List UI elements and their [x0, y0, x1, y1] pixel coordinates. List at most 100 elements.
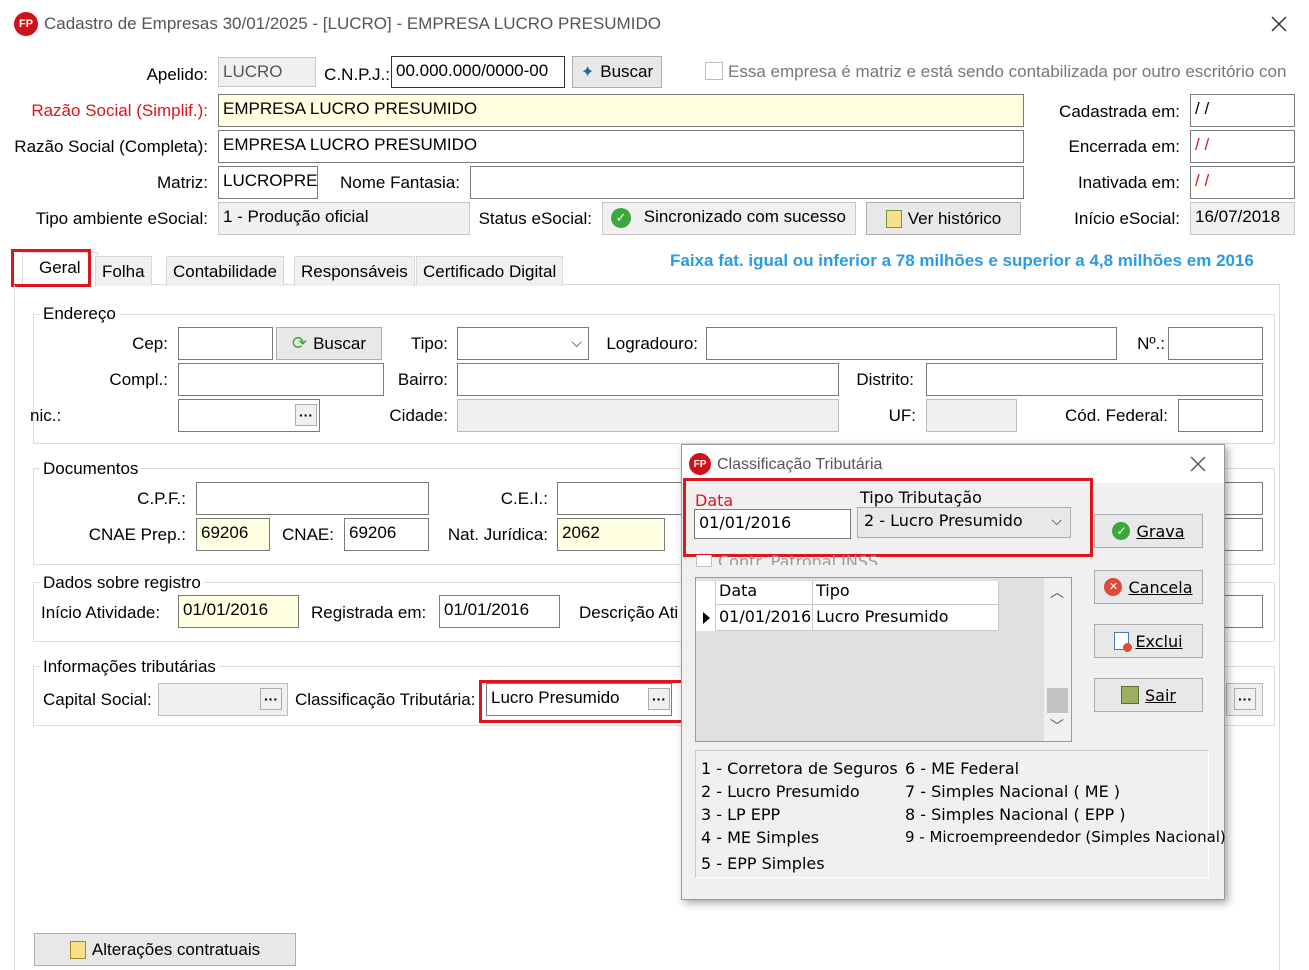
- tab-contabilidade[interactable]: Contabilidade: [166, 256, 284, 286]
- app-logo-icon: FP: [14, 12, 38, 36]
- inicio-atividade-field[interactable]: 01/01/2016: [178, 595, 299, 628]
- razao-compl-label: Razão Social (Completa):: [14, 137, 208, 156]
- faixa-faturamento-text: Faixa fat. igual ou inferior a 78 milhõe…: [670, 251, 1254, 270]
- exit-door-icon: [1121, 686, 1139, 704]
- matriz-field[interactable]: LUCROPRE: [218, 166, 318, 199]
- cep-buscar-button[interactable]: ⟳ Buscar: [276, 327, 382, 360]
- cnpj-buscar-button[interactable]: ✦ Buscar: [572, 56, 662, 88]
- legend-item-7: 7 - Simples Nacional ( ME ): [905, 782, 1121, 801]
- chevron-down-icon: ⌵: [571, 334, 582, 350]
- contr-patronal-label: Contr. Patronal INSS: [718, 552, 879, 565]
- inativada-field[interactable]: / /: [1190, 166, 1295, 199]
- tipo-select[interactable]: ⌵: [457, 327, 589, 360]
- scroll-down-icon[interactable]: ﹀: [1050, 716, 1064, 736]
- bairro-label: Bairro:: [397, 370, 448, 389]
- classificacao-grid[interactable]: Data Tipo 01/01/2016 Lucro Presumido ︿ ﹀: [695, 577, 1072, 742]
- municipio-lookup-button[interactable]: ···: [295, 404, 317, 426]
- tab-certificado[interactable]: Certificado Digital: [416, 256, 564, 286]
- scroll-thumb[interactable]: [1047, 688, 1068, 713]
- grid-row-tipo[interactable]: Lucro Presumido: [813, 605, 999, 631]
- grid-scrollbar[interactable]: ︿ ﹀: [1044, 578, 1071, 741]
- cod-federal-label: Cód. Federal:: [1065, 406, 1168, 425]
- nome-fantasia-label: Nome Fantasia:: [340, 173, 460, 192]
- contract-edit-icon: [69, 940, 86, 959]
- encerrada-label: Encerrada em:: [1068, 137, 1181, 156]
- cnae-field[interactable]: 69206: [344, 518, 429, 551]
- grid-row-data[interactable]: 01/01/2016: [716, 605, 813, 631]
- bairro-field[interactable]: [457, 363, 839, 396]
- tributarias-right-lookup-button[interactable]: ···: [1234, 688, 1256, 710]
- legend-item-1: 1 - Corretora de Seguros: [701, 759, 898, 778]
- grid-corner: [696, 581, 716, 605]
- cod-federal-field[interactable]: [1178, 399, 1263, 432]
- nome-fantasia-field[interactable]: [470, 166, 1024, 199]
- window-title: Cadastro de Empresas 30/01/2025 - [LUCRO…: [44, 14, 661, 33]
- tipo-ambiente-label: Tipo ambiente eSocial:: [35, 209, 208, 228]
- dialog-close-icon[interactable]: [1187, 453, 1209, 475]
- tab-responsaveis[interactable]: Responsáveis: [294, 256, 415, 286]
- cidade-field: [457, 399, 839, 432]
- compl-label: Compl.:: [109, 370, 168, 389]
- inicio-atividade-label: Início Atividade:: [41, 603, 161, 622]
- scroll-up-icon[interactable]: ︿: [1050, 582, 1064, 602]
- uf-field: [926, 399, 1017, 432]
- cnpj-field[interactable]: 00.000.000/0000-00: [391, 56, 565, 88]
- matriz-checkbox[interactable]: [705, 62, 723, 80]
- status-esocial-label: Status eSocial:: [478, 209, 592, 228]
- cancel-circle-icon: ✕: [1104, 578, 1123, 596]
- cep-field[interactable]: [178, 327, 273, 360]
- cpf-field[interactable]: [196, 482, 429, 515]
- razao-simpl-field[interactable]: EMPRESA LUCRO PRESUMIDO: [218, 94, 1024, 127]
- distrito-field[interactable]: [926, 363, 1263, 396]
- cpf-label: C.P.F.:: [137, 489, 186, 508]
- dialog-title: Classificação Tributária: [717, 456, 883, 473]
- cep-label: Cep:: [132, 334, 168, 353]
- documentos-right-field-2[interactable]: [1220, 518, 1263, 551]
- sair-button[interactable]: Sair: [1094, 678, 1203, 712]
- matriz-checkbox-label: Essa empresa é matriz e está sendo conta…: [728, 62, 1287, 81]
- close-icon[interactable]: [1266, 11, 1292, 37]
- uf-label: UF:: [888, 406, 916, 425]
- exclui-button[interactable]: Exclui: [1094, 624, 1203, 658]
- alteracoes-contratuais-button[interactable]: Alterações contratuais: [34, 933, 296, 966]
- capital-social-lookup-button[interactable]: ···: [260, 688, 282, 710]
- numero-field[interactable]: [1168, 327, 1263, 360]
- cei-label: C.E.I.:: [500, 489, 548, 508]
- contr-patronal-checkbox[interactable]: [696, 555, 712, 567]
- documentos-title: Documentos: [40, 459, 142, 479]
- razao-compl-field[interactable]: EMPRESA LUCRO PRESUMIDO: [218, 130, 1024, 163]
- legend-item-6: 6 - ME Federal: [905, 759, 1020, 778]
- logradouro-field[interactable]: [706, 327, 1117, 360]
- documentos-right-field-1[interactable]: [1220, 482, 1263, 515]
- check-circle-icon: ✓: [1112, 522, 1131, 540]
- cadastrada-field[interactable]: / /: [1190, 94, 1295, 127]
- document-edit-icon: [885, 209, 902, 228]
- cei-field[interactable]: [557, 482, 687, 515]
- tributarias-title: Informações tributárias: [40, 657, 219, 677]
- nat-juridica-field[interactable]: 2062: [557, 518, 665, 551]
- legend-item-9: 9 - Microempreendedor (Simples Nacional): [905, 828, 1226, 846]
- ver-historico-button[interactable]: Ver histórico: [866, 202, 1021, 235]
- tab-folha[interactable]: Folha: [95, 256, 152, 286]
- matriz-label: Matriz:: [157, 173, 208, 192]
- apelido-field[interactable]: LUCRO: [218, 57, 316, 87]
- registro-right-field[interactable]: [1220, 595, 1263, 628]
- classif-tributaria-highlight: [479, 680, 685, 723]
- cancela-button[interactable]: ✕ Cancela: [1094, 570, 1203, 604]
- compl-field[interactable]: [178, 363, 384, 396]
- cnae-prep-field[interactable]: 69206: [196, 518, 270, 551]
- grava-button[interactable]: ✓ Grava: [1094, 514, 1203, 548]
- cidade-label: Cidade:: [389, 406, 448, 425]
- title-bar: FP Cadastro de Empresas 30/01/2025 - [LU…: [0, 0, 1309, 48]
- distrito-label: Distrito:: [856, 370, 914, 389]
- cadastrada-label: Cadastrada em:: [1059, 102, 1180, 121]
- inicio-esocial-field: 16/07/2018: [1190, 202, 1295, 235]
- registrada-field[interactable]: 01/01/2016: [439, 595, 560, 628]
- registro-title: Dados sobre registro: [40, 573, 204, 593]
- cnpj-label: C.N.P.J.:: [324, 65, 390, 84]
- encerrada-field[interactable]: / /: [1190, 130, 1295, 163]
- cnae-label: CNAE:: [282, 525, 334, 544]
- capital-social-label: Capital Social:: [43, 690, 152, 709]
- numero-label: Nº.:: [1137, 334, 1165, 353]
- tab-geral-highlight: [11, 249, 91, 287]
